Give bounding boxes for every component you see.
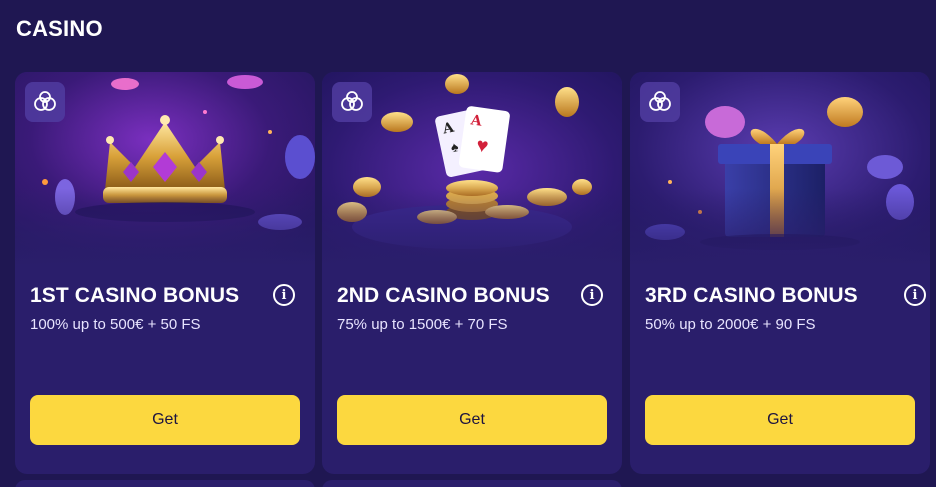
card-title: 2ND CASINO BONUS [337,284,550,307]
card-description: 100% up to 500€ + 50 FS [30,316,201,333]
info-icon[interactable]: i [581,284,603,306]
next-row-card-edge [322,480,622,487]
get-bonus-button[interactable]: Get [337,395,607,445]
bonus-card-1: 1ST CASINO BONUS i 100% up to 500€ + 50 … [15,72,315,474]
get-bonus-button[interactable]: Get [645,395,915,445]
bonus-card-3: 3RD CASINO BONUS i 50% up to 2000€ + 90 … [630,72,930,474]
section-title: CASINO [16,16,103,41]
info-icon[interactable]: i [273,284,295,306]
card-description: 75% up to 1500€ + 70 FS [337,316,508,333]
casino-chips-icon [25,82,65,122]
next-row-card-edge [15,480,315,487]
card-image-gift [630,72,930,266]
get-bonus-button[interactable]: Get [30,395,300,445]
card-image-crown [15,72,315,266]
card-image-aces: A ♠ A ♥ [322,72,622,266]
card-title: 1ST CASINO BONUS [30,284,240,307]
bonus-cards: 1ST CASINO BONUS i 100% up to 500€ + 50 … [15,72,931,474]
card-description: 50% up to 2000€ + 90 FS [645,316,816,333]
casino-chips-icon [332,82,372,122]
info-icon[interactable]: i [904,284,926,306]
bonus-card-2: A ♠ A ♥ [322,72,622,474]
card-title: 3RD CASINO BONUS [645,284,858,307]
casino-chips-icon [640,82,680,122]
